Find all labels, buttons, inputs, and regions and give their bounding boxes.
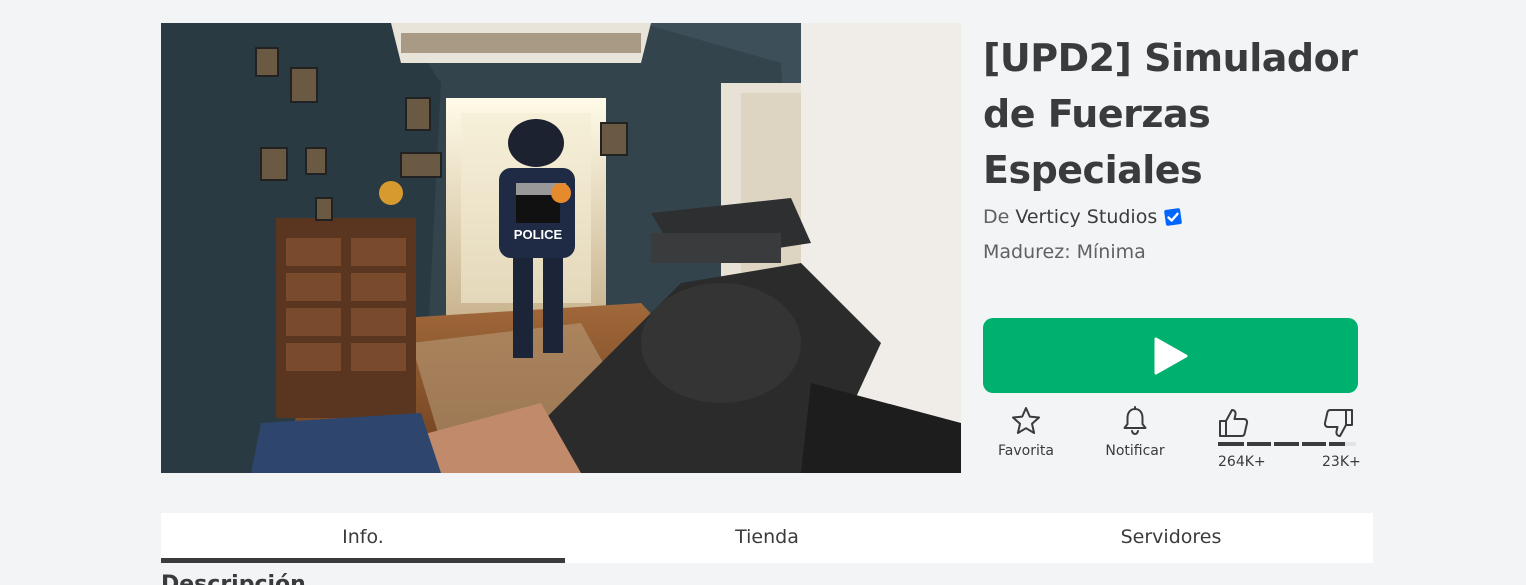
vote-bar-divider <box>1271 442 1274 446</box>
maturity-rating: Madurez: Mínima <box>983 241 1146 263</box>
downvote-button[interactable] <box>1321 407 1355 443</box>
game-tabs: Info. Tienda Servidores <box>161 513 1373 563</box>
upvote-count: 264K+ <box>1218 454 1266 470</box>
bell-icon <box>1123 406 1147 436</box>
creator-prefix: De <box>983 206 1010 228</box>
vote-bar-divider <box>1244 442 1247 446</box>
play-button[interactable] <box>983 318 1358 393</box>
tab-store[interactable]: Tienda <box>565 513 969 563</box>
game-thumbnail: POLICE <box>161 23 961 473</box>
creator-line: De Verticy Studios <box>983 206 1183 228</box>
game-title: [UPD2] Simulador de Fuerzas Especiales <box>983 36 1358 192</box>
notify-button[interactable]: Notificar <box>1095 405 1175 459</box>
tab-info[interactable]: Info. <box>161 513 565 563</box>
thumbnail-image: POLICE <box>161 23 961 473</box>
verified-badge-icon <box>1163 207 1183 227</box>
notify-label: Notificar <box>1105 443 1165 459</box>
thumbnail-police-text: POLICE <box>514 227 563 242</box>
thumbs-down-icon <box>1323 409 1353 437</box>
description-heading: Descripción <box>161 572 306 585</box>
creator-link[interactable]: Verticy Studios <box>1015 206 1157 228</box>
vote-bar-divider <box>1326 442 1329 446</box>
vote-ratio-bar <box>1218 442 1356 446</box>
star-icon <box>1012 407 1040 434</box>
thumbs-up-icon <box>1219 409 1249 437</box>
downvote-count: 23K+ <box>1322 454 1361 470</box>
favorite-label: Favorita <box>998 443 1054 459</box>
upvote-button[interactable] <box>1217 407 1251 443</box>
favorite-button[interactable]: Favorita <box>986 405 1066 459</box>
play-icon <box>1154 337 1187 374</box>
tab-servers[interactable]: Servidores <box>969 513 1373 563</box>
vote-bar-divider <box>1299 442 1302 446</box>
